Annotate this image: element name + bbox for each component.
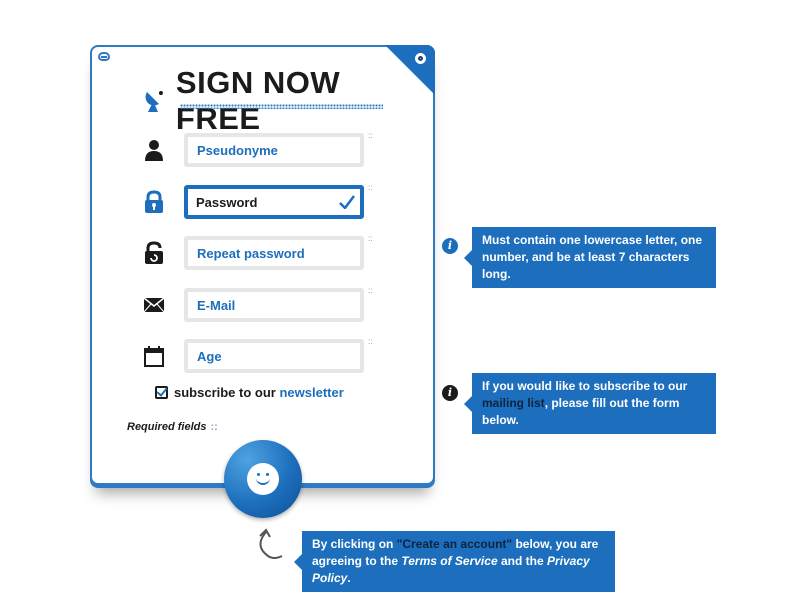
email-placeholder: E-Mail (197, 297, 236, 313)
mailing-list-link[interactable]: mailing list (482, 396, 545, 410)
mailing-list-tip: If you would like to subscribe to our ma… (464, 373, 716, 434)
subscribe-row: subscribe to our newsletter (155, 385, 344, 400)
pseudonyme-input[interactable]: Pseudonyme (184, 133, 364, 167)
required-mark: :: (368, 337, 373, 346)
user-icon (145, 140, 163, 161)
field-row-repeat-password: Repeat password (142, 236, 364, 270)
subscribe-checkbox[interactable] (155, 386, 168, 399)
newsletter-link[interactable]: newsletter (279, 385, 343, 400)
password-value: Password (196, 194, 258, 210)
create-account-reference: "Create an account" (396, 537, 513, 551)
required-mark: :: (368, 234, 373, 243)
repeat-password-placeholder: Repeat password (197, 245, 305, 261)
create-account-button[interactable] (224, 440, 302, 518)
terms-of-service-link[interactable]: Terms of Service (401, 554, 497, 568)
age-input[interactable]: Age (184, 339, 364, 373)
title-row: SIGN NOW FREE (144, 65, 433, 137)
repeat-password-input[interactable]: Repeat password (184, 236, 364, 270)
terms-tip: By clicking on "Create an account" below… (294, 531, 615, 592)
password-tip: Must contain one lowercase letter, one n… (464, 227, 716, 288)
info-icon: i (442, 238, 458, 254)
signup-card: SIGN NOW FREE Pseudonyme :: Password :: (90, 45, 435, 485)
terms-text: and the (497, 554, 547, 568)
terms-text: By clicking on (312, 537, 397, 551)
age-placeholder: Age (197, 348, 222, 364)
required-mark: :: (368, 131, 373, 140)
terms-text: . (347, 571, 351, 585)
pseudonyme-placeholder: Pseudonyme (197, 142, 278, 158)
calendar-icon (144, 346, 164, 367)
lock-refresh-icon (145, 241, 163, 264)
smiley-icon (247, 463, 279, 495)
field-row-email: E-Mail (142, 288, 364, 322)
page-title: SIGN NOW FREE (175, 65, 341, 136)
field-row-password: Password (142, 185, 364, 219)
curved-arrow-icon (259, 528, 283, 559)
title-underline (180, 104, 383, 109)
required-mark: :: (210, 421, 218, 433)
subscribe-text: subscribe to our (174, 385, 280, 400)
satellite-dish-icon (145, 91, 163, 112)
checkmark-icon (339, 195, 355, 209)
envelope-icon (143, 297, 165, 313)
required-mark: :: (368, 286, 373, 295)
required-mark: :: (368, 183, 373, 192)
required-fields-note: Required fields:: (127, 421, 218, 433)
close-icon[interactable] (415, 53, 426, 64)
helmet-icon (98, 52, 110, 61)
field-row-pseudonyme: Pseudonyme (142, 133, 364, 167)
subscribe-label: subscribe to our newsletter (174, 385, 344, 400)
required-fields-label: Required fields (127, 421, 207, 433)
info-icon: i (442, 385, 458, 401)
email-input[interactable]: E-Mail (184, 288, 364, 322)
lock-icon (145, 190, 163, 213)
mailing-tip-text: If you would like to subscribe to our (482, 379, 688, 393)
password-tip-text: Must contain one lowercase letter, one n… (482, 233, 703, 281)
field-row-age: Age (142, 339, 364, 373)
password-input[interactable]: Password (184, 185, 364, 219)
